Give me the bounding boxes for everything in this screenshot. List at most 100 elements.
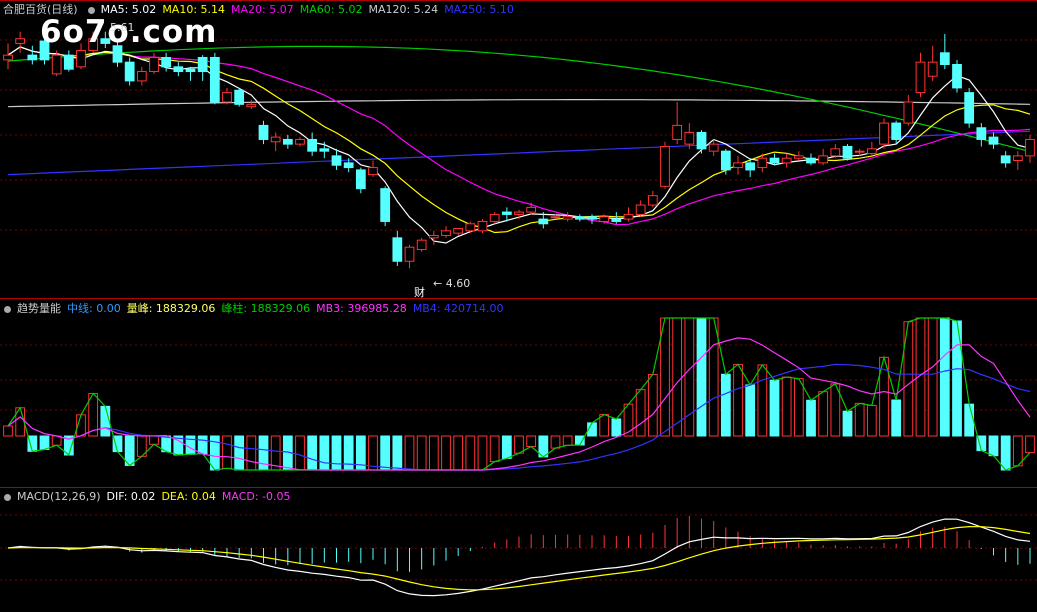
volume-bar [927, 317, 938, 437]
volume-bar [526, 435, 537, 447]
volume-bar [769, 379, 780, 437]
vol-legend-4: MB4: 420714.00 [412, 302, 504, 315]
volume-bar [611, 418, 622, 437]
candle-body [514, 211, 524, 215]
volume-panel-header: 趋势量能 中线: 0.00 量峰: 188329.06 峰柱: 188329.06 MB… [0, 301, 516, 316]
high-price-label: 5.61 [110, 21, 135, 34]
candle-body [161, 56, 172, 68]
volume-bar [745, 384, 756, 437]
candle-body [672, 124, 683, 140]
ma-legend-2: MA20: 5.07 [231, 3, 294, 16]
macd-panel-header: MACD(12,26,9) DIF: 0.02 DEA: 0.04 MACD: -0.… [0, 489, 303, 504]
candle-body [526, 206, 537, 213]
volume-bar [380, 435, 391, 471]
low-price-label: ← 4.60 [433, 277, 471, 290]
candle-body [976, 127, 987, 140]
volume-bar [562, 435, 573, 446]
volume-bar [733, 363, 743, 437]
candle-body [355, 169, 366, 190]
candle-body [136, 71, 147, 82]
candle-body [453, 227, 464, 234]
volume-panel-title: 趋势量能 [17, 302, 61, 315]
candle-body [149, 56, 159, 73]
volume-bar [806, 399, 816, 437]
volume-bar [635, 389, 646, 437]
volume-bar [319, 435, 330, 471]
candle-body [660, 145, 670, 187]
news-tag: 财 [414, 286, 425, 299]
candle-body [197, 56, 208, 73]
candle-body [380, 188, 391, 222]
dot-icon [87, 6, 95, 14]
volume-bar [124, 435, 135, 466]
candle-body [489, 213, 500, 222]
candle-body [441, 230, 451, 236]
candle-body [63, 54, 74, 70]
candle-body [830, 148, 841, 157]
candle-body [952, 64, 962, 89]
candle-body [295, 138, 305, 145]
candle-body [854, 150, 865, 153]
volume-bar [39, 435, 50, 450]
volume-bar [660, 317, 670, 437]
candle-body [465, 223, 476, 232]
candle-body [477, 220, 488, 232]
candle-body [307, 138, 318, 152]
candle-body [879, 122, 889, 145]
candle-body [76, 49, 86, 68]
dot-icon [4, 493, 11, 501]
candle-body [720, 150, 731, 171]
candle-body [939, 52, 950, 66]
macd-panel-title: MACD(12,26,9) [17, 490, 101, 503]
candle-body [3, 54, 13, 61]
volume-bar [100, 405, 111, 437]
candle-body [270, 136, 281, 143]
candle-body [1012, 155, 1023, 162]
candle-body [1000, 155, 1011, 164]
volume-bar [939, 317, 950, 437]
volume-bar [1000, 435, 1011, 471]
volume-bar [818, 391, 829, 437]
volume-bar [623, 403, 634, 437]
ma-legend-4: MA120: 5.24 [368, 3, 439, 16]
candle-body [185, 68, 196, 73]
candle-body [708, 143, 719, 152]
volume-bar [1012, 435, 1023, 467]
volume-bar [416, 435, 427, 471]
volume-bar [295, 435, 305, 471]
candle-body [696, 131, 707, 150]
volume-bar [404, 435, 415, 471]
volume-bar [489, 435, 500, 463]
candle-body [635, 204, 646, 215]
candle-body [587, 216, 597, 220]
candle-body [611, 218, 622, 222]
candle-body [246, 103, 257, 108]
volume-bar [514, 435, 524, 454]
candle-body [173, 66, 184, 73]
candle-body [416, 239, 427, 251]
candle-body [842, 145, 853, 159]
candle-body [550, 216, 561, 219]
volume-bar [149, 435, 159, 445]
volume-bar [696, 317, 707, 437]
volume-bar [757, 364, 768, 437]
ma-legend-3: MA60: 5.02 [299, 3, 363, 16]
candle-body [282, 138, 293, 145]
candle-body [745, 162, 756, 171]
candle-body [733, 162, 743, 169]
volume-bar [441, 435, 451, 471]
vol-legend-2: 峰柱: 188329.06 [221, 302, 311, 315]
volume-bar [988, 435, 999, 457]
candle-body [368, 167, 378, 176]
candle-body [222, 92, 232, 103]
volume-bar [3, 425, 13, 437]
candle-body [1025, 138, 1035, 157]
volume-bar [1025, 435, 1035, 454]
macd-legend-0: DIF: 0.02 [106, 490, 156, 503]
candle-body [915, 61, 926, 94]
candle-body [647, 195, 658, 206]
candle-body [866, 148, 877, 155]
candle-body [623, 213, 634, 220]
candle-body [818, 155, 829, 164]
vol-legend-3: MB3: 396985.28 [316, 302, 407, 315]
